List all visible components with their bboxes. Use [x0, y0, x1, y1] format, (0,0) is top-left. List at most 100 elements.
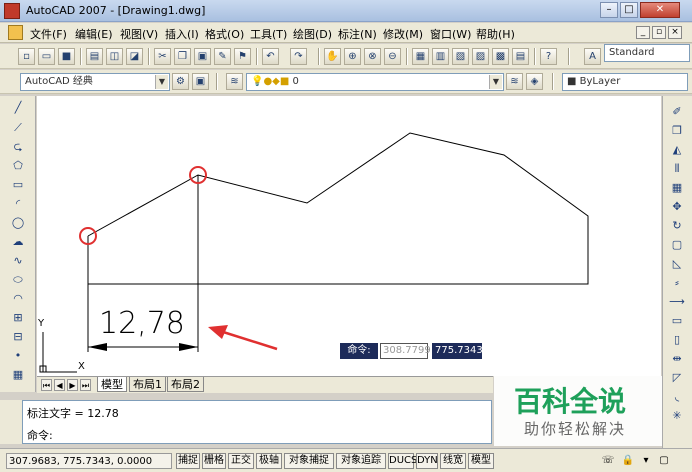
array-icon[interactable]: ▦ — [668, 180, 686, 196]
next-tab-icon[interactable]: ▶ — [67, 379, 78, 391]
coordinate-readout[interactable]: 307.9683, 775.7343, 0.0000 — [6, 453, 172, 469]
sheet-set-icon[interactable]: ▨ — [472, 48, 489, 65]
communication-center-icon[interactable]: ☏ — [600, 453, 616, 469]
prev-tab-icon[interactable]: ◀ — [54, 379, 65, 391]
tab-model[interactable]: 模型 — [97, 377, 127, 392]
make-block-icon[interactable]: ⊟ — [9, 329, 27, 345]
chevron-down-icon[interactable]: ▼ — [155, 75, 168, 89]
toggle-lineweight[interactable]: 线宽 — [440, 453, 466, 469]
cut-icon[interactable]: ✂ — [154, 48, 171, 65]
text-style-select[interactable]: Standard — [604, 44, 690, 62]
menu-file[interactable]: 文件(F) — [30, 26, 67, 42]
new-icon[interactable]: ▫ — [18, 48, 35, 65]
toggle-ducs[interactable]: DUCS — [388, 453, 417, 469]
spline-icon[interactable]: ∿ — [9, 253, 27, 269]
rectangle-icon[interactable]: ▭ — [9, 177, 27, 193]
trim-icon[interactable]: ⸗ — [668, 275, 686, 291]
toggle-dyn[interactable]: DYN — [416, 453, 438, 469]
close-button[interactable]: ✕ — [640, 2, 680, 18]
hatch-icon[interactable]: ▦ — [9, 367, 27, 383]
chevron-down-icon[interactable]: ▾ — [638, 453, 654, 469]
zoom-previous-icon[interactable]: ⊖ — [384, 48, 401, 65]
layer-previous-icon[interactable]: ◈ — [526, 73, 543, 90]
lock-icon[interactable]: 🔒 — [620, 453, 636, 469]
join-icon[interactable]: ⇹ — [668, 351, 686, 367]
menu-insert[interactable]: 插入(I) — [165, 26, 199, 42]
tool-palettes-icon[interactable]: ▧ — [452, 48, 469, 65]
break-point-icon[interactable]: ▭ — [668, 313, 686, 329]
pan-icon[interactable]: ✋ — [324, 48, 341, 65]
last-tab-icon[interactable]: ⏭ — [80, 379, 91, 391]
arc-icon[interactable]: ◜ — [9, 196, 27, 212]
dynamic-input-x[interactable]: 308.7799 — [380, 343, 431, 359]
undo-icon[interactable]: ↶ — [262, 48, 279, 65]
move-icon[interactable]: ✥ — [668, 199, 686, 215]
copy-object-icon[interactable]: ❐ — [668, 123, 686, 139]
zoom-window-icon[interactable]: ⊗ — [364, 48, 381, 65]
layer-manager-icon[interactable]: ≋ — [226, 73, 243, 90]
make-layer-current-icon[interactable]: ≋ — [506, 73, 523, 90]
help-icon[interactable]: ? — [540, 48, 557, 65]
doc-close-button[interactable]: × — [668, 26, 682, 39]
menu-format[interactable]: 格式(O) — [205, 26, 244, 42]
menu-tools[interactable]: 工具(T) — [250, 26, 287, 42]
revision-cloud-icon[interactable]: ☁ — [9, 234, 27, 250]
stretch-icon[interactable]: ◺ — [668, 256, 686, 272]
chamfer-icon[interactable]: ◸ — [668, 370, 686, 386]
polygon-icon[interactable]: ⬠ — [9, 158, 27, 174]
menu-window[interactable]: 窗口(W) — [430, 26, 471, 42]
command-grip[interactable] — [0, 400, 22, 444]
workspace-select[interactable]: AutoCAD 经典 ▼ — [20, 73, 170, 91]
tab-layout2[interactable]: 布局2 — [167, 377, 204, 392]
command-prompt[interactable]: 命令: — [27, 427, 53, 443]
design-center-icon[interactable]: ▥ — [432, 48, 449, 65]
first-tab-icon[interactable]: ⏮ — [41, 379, 52, 391]
fillet-icon[interactable]: ◟ — [668, 389, 686, 405]
publish-icon[interactable]: ◪ — [126, 48, 143, 65]
workspace-save-icon[interactable]: ▣ — [192, 73, 209, 90]
toggle-polar[interactable]: 极轴 — [256, 453, 282, 469]
save-icon[interactable]: ■ — [58, 48, 75, 65]
paste-icon[interactable]: ▣ — [194, 48, 211, 65]
rotate-icon[interactable]: ↻ — [668, 218, 686, 234]
workspace-settings-icon[interactable]: ⚙ — [172, 73, 189, 90]
document-icon[interactable] — [8, 25, 23, 40]
autocad-app-icon[interactable] — [4, 3, 20, 19]
color-select[interactable]: ■ ByLayer — [562, 73, 688, 91]
offset-icon[interactable]: ⫴ — [668, 161, 686, 177]
doc-minimize-button[interactable]: _ — [636, 26, 650, 39]
redo-icon[interactable]: ↷ — [290, 48, 307, 65]
command-window[interactable]: 标注文字 = 12.78 命令: — [22, 400, 492, 444]
chevron-down-icon[interactable]: ▼ — [489, 75, 502, 89]
layer-select[interactable]: 💡●◆■ 0 ▼ — [246, 73, 504, 91]
break-icon[interactable]: ▯ — [668, 332, 686, 348]
insert-block-icon[interactable]: ⊞ — [9, 310, 27, 326]
calculator-icon[interactable]: ▤ — [512, 48, 529, 65]
menu-edit[interactable]: 编辑(E) — [75, 26, 113, 42]
point-icon[interactable]: • — [9, 348, 27, 364]
minimize-button[interactable]: – — [600, 2, 618, 18]
toggle-grid[interactable]: 栅格 — [202, 453, 226, 469]
tab-layout1[interactable]: 布局1 — [129, 377, 166, 392]
explode-icon[interactable]: ✳ — [668, 408, 686, 424]
menu-modify[interactable]: 修改(M) — [383, 26, 423, 42]
toggle-osnap[interactable]: 对象捕捉 — [284, 453, 334, 469]
preview-icon[interactable]: ◫ — [106, 48, 123, 65]
markup-icon[interactable]: ▩ — [492, 48, 509, 65]
menu-dimension[interactable]: 标注(N) — [338, 26, 377, 42]
toggle-otrack[interactable]: 对象追踪 — [336, 453, 386, 469]
menu-help[interactable]: 帮助(H) — [476, 26, 515, 42]
extend-icon[interactable]: ⟶ — [668, 294, 686, 310]
print-icon[interactable]: ▤ — [86, 48, 103, 65]
text-style-icon[interactable]: A — [584, 48, 601, 65]
dynamic-input-y[interactable]: 775.7343 — [432, 343, 483, 359]
menu-view[interactable]: 视图(V) — [120, 26, 158, 42]
properties-icon[interactable]: ▦ — [412, 48, 429, 65]
clean-screen-icon[interactable]: ▢ — [656, 453, 672, 469]
toggle-snap[interactable]: 捕捉 — [176, 453, 200, 469]
drawing-canvas[interactable]: 12,78 Y X — [37, 96, 661, 376]
toggle-ortho[interactable]: 正交 — [228, 453, 254, 469]
toggle-model-space[interactable]: 模型 — [468, 453, 494, 469]
copy-icon[interactable]: ❐ — [174, 48, 191, 65]
match-properties-icon[interactable]: ✎ — [214, 48, 231, 65]
